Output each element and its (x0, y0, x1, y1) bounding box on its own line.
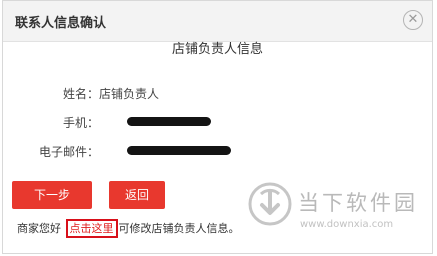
click-here-link[interactable]: 点击这里 (65, 219, 118, 238)
email-redaction (127, 146, 231, 155)
phone-redaction (127, 117, 211, 126)
watermark-text: 当下软件园 (298, 191, 418, 215)
footer-prefix: 商家您好 (17, 222, 61, 235)
section-heading: 店铺负责人信息 (171, 42, 263, 57)
email-label: 电子邮件： (38, 145, 99, 159)
field-row-phone: 手机： (3, 114, 99, 131)
dialog-title: 联系人信息确认 (15, 16, 107, 31)
name-label: 姓名： (62, 87, 99, 101)
field-row-email: 电子邮件： (3, 143, 99, 160)
watermark-logo-icon (248, 182, 292, 226)
watermark-url: www.downxia.com (300, 219, 394, 230)
back-button[interactable]: 返回 (109, 181, 165, 209)
footer-note: 商家您好 点击这里 可修改店铺负责人信息。 (17, 219, 240, 238)
watermark: 当下软件园 www.downxia.com (248, 178, 437, 256)
next-step-button[interactable]: 下一步 (12, 181, 92, 209)
phone-label: 手机： (62, 116, 99, 130)
close-icon[interactable]: ✕ (403, 10, 423, 30)
name-value: 店铺负责人 (99, 87, 160, 101)
footer-suffix: 可修改店铺负责人信息。 (118, 222, 240, 235)
dialog-titlebar: 联系人信息确认 ✕ (3, 1, 432, 42)
field-row-name: 姓名：店铺负责人 (3, 85, 159, 102)
